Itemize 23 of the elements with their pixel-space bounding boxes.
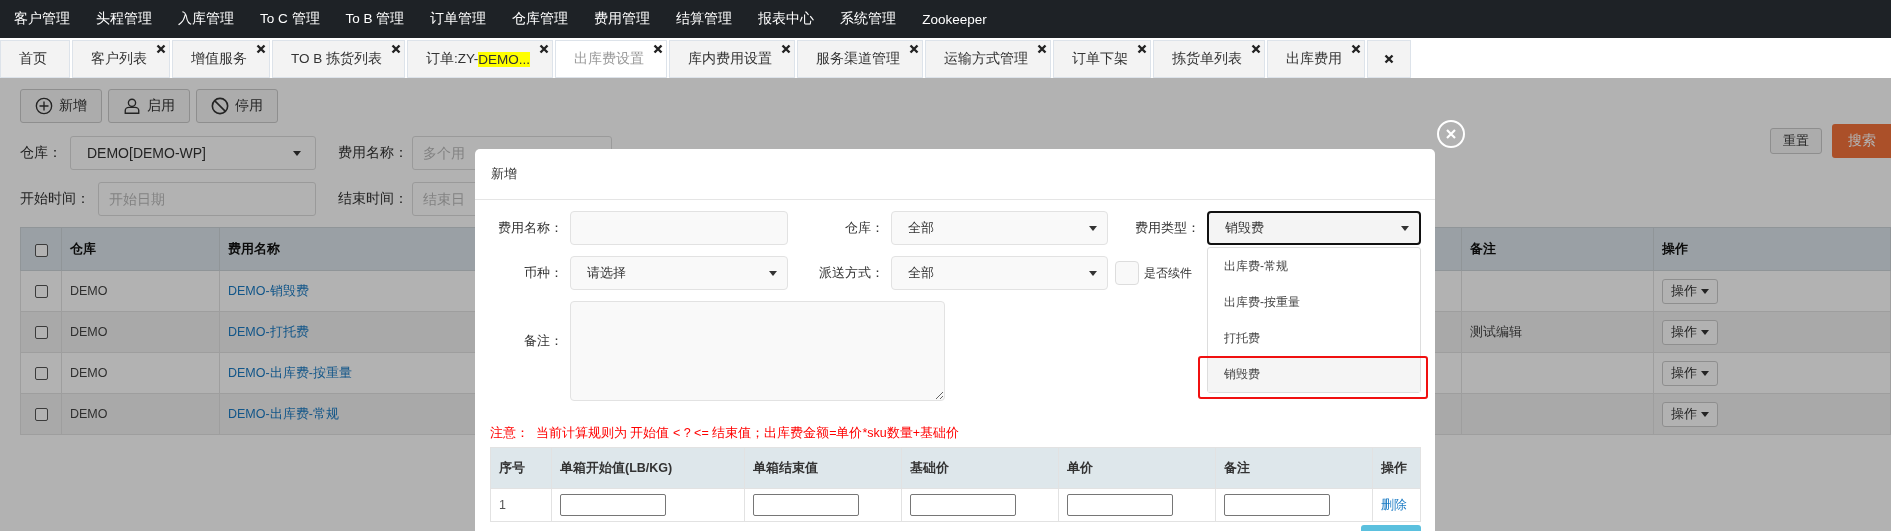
table-cell: DEMO <box>61 311 220 353</box>
table-cell: DEMO <box>61 393 220 435</box>
table-cell: 1 <box>490 488 552 522</box>
table-cell: DEMO <box>61 352 220 394</box>
column-header: 备注 <box>1461 227 1654 271</box>
highlighted-text: DEMO... <box>478 51 531 67</box>
column-header: 序号 <box>490 447 552 489</box>
warehouse-label: 仓库： <box>20 144 63 162</box>
column-header: 仓库 <box>61 227 220 271</box>
column-header: 单箱结束值 <box>744 447 902 489</box>
rule-note: 注意： 当前计算规则为 开始值 < ? <= 结束值；出库费金额=单价*sku数量+基础价 <box>490 425 961 442</box>
column-header: 操作 <box>1372 447 1421 489</box>
column-header: 操作 <box>1653 227 1891 271</box>
column-header: 备注 <box>1215 447 1373 489</box>
column-header: 单价 <box>1058 447 1216 489</box>
end-time-label: 结束时间： <box>338 190 409 208</box>
start-time-label: 开始时间： <box>20 190 91 208</box>
table-cell: 测试编辑 <box>1470 324 1522 339</box>
column-header: 单箱开始值(LB/KG) <box>551 447 745 489</box>
fee-name-label: 费用名称： <box>338 144 409 162</box>
table-cell: DEMO <box>61 270 220 312</box>
field-label: 备注： <box>523 332 563 350</box>
column-header: 基础价 <box>901 447 1059 489</box>
